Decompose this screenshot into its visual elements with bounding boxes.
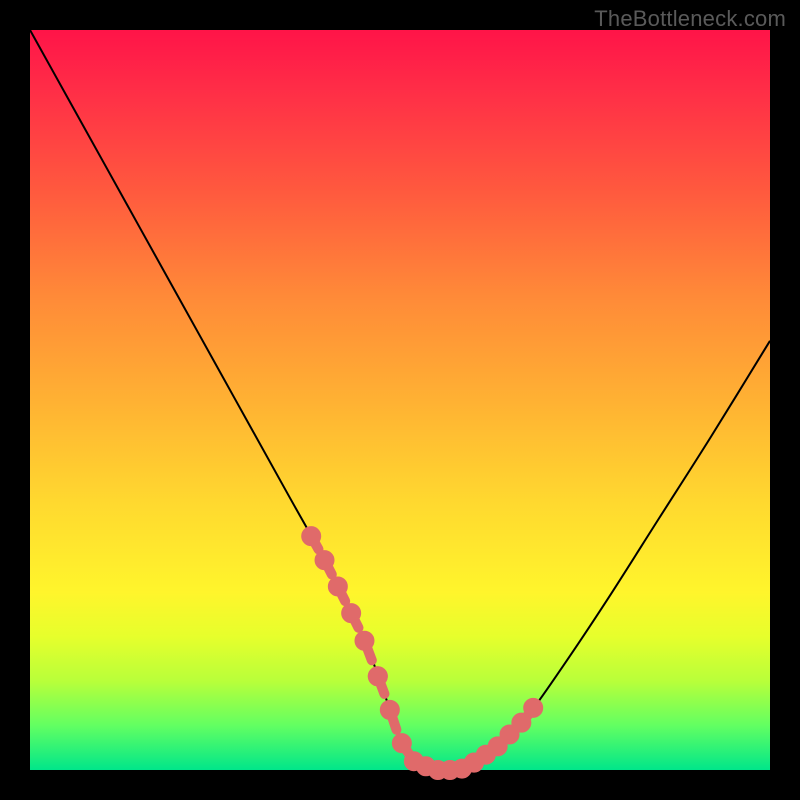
highlight-dots-bottom	[373, 671, 479, 775]
plot-area	[30, 30, 770, 770]
curve-svg	[30, 30, 770, 770]
highlight-dots-left	[306, 531, 383, 681]
chart-stage: TheBottleneck.com	[0, 0, 800, 800]
watermark-text: TheBottleneck.com	[594, 6, 786, 32]
highlight-dots-right	[469, 703, 538, 768]
bottleneck-curve	[30, 30, 770, 771]
